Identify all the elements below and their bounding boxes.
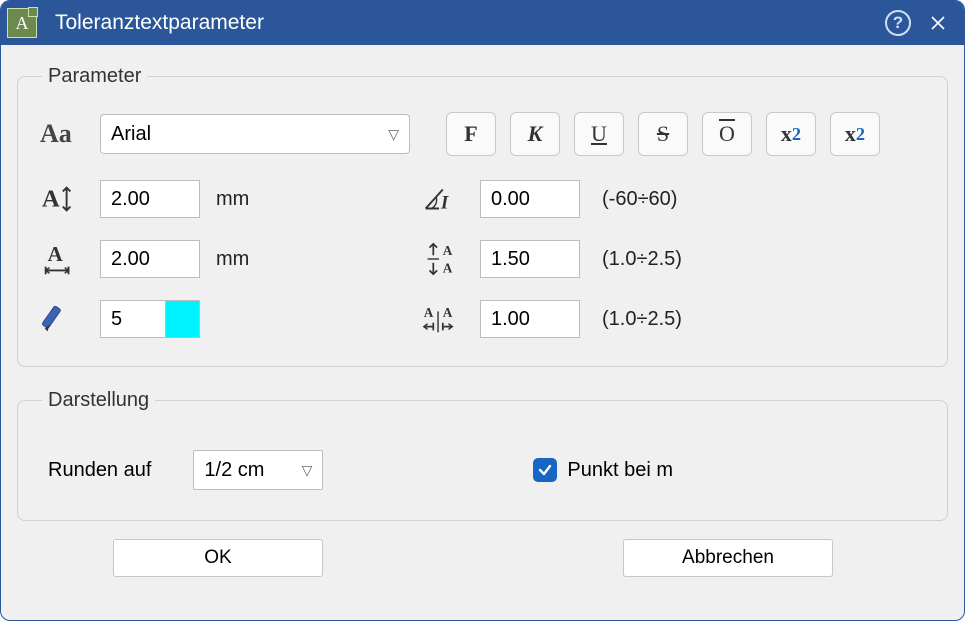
svg-text:A: A (443, 305, 453, 320)
close-icon (930, 15, 946, 31)
text-height-unit: mm (210, 188, 300, 211)
group-parameter: Parameter Aa Arial ▽ F K U S O x2 (17, 65, 948, 367)
svg-text:A: A (48, 242, 63, 266)
footer-buttons: OK Abbrechen (17, 537, 948, 577)
font-select-value: Arial (111, 123, 151, 146)
check-icon (537, 462, 553, 478)
window-title: Toleranztextparameter (55, 11, 878, 35)
chevron-down-icon: ▽ (302, 462, 313, 479)
font-select[interactable]: Arial ▽ (100, 114, 410, 154)
text-width-input[interactable]: 2.00 (100, 240, 200, 278)
angle-hint: (-60÷60) (590, 188, 740, 211)
svg-text:A: A (42, 186, 60, 213)
cancel-button[interactable]: Abbrechen (623, 539, 833, 577)
dialog-window: A Toleranztextparameter ? Parameter Aa A… (0, 0, 965, 621)
help-icon: ? (885, 10, 911, 36)
svg-text:A: A (424, 305, 434, 320)
round-select-value: 1/2 cm (204, 459, 264, 482)
angle-input[interactable]: 0.00 (480, 180, 580, 218)
overline-button[interactable]: O (702, 112, 752, 156)
punkt-checkbox (533, 458, 557, 482)
text-width-unit: mm (210, 248, 300, 271)
line-spacing-icon: A A (420, 238, 480, 280)
color-swatch (165, 301, 199, 337)
strike-button[interactable]: S (638, 112, 688, 156)
bold-button[interactable]: F (446, 112, 496, 156)
color-value: 5 (101, 301, 165, 337)
text-height-icon: A (40, 178, 100, 220)
close-button[interactable] (918, 3, 958, 43)
chevron-down-icon: ▽ (388, 126, 399, 143)
svg-text:I: I (440, 193, 449, 214)
char-spacing-input[interactable]: 1.00 (480, 300, 580, 338)
color-input[interactable]: 5 (100, 300, 200, 338)
style-button-group: F K U S O x2 x2 (446, 112, 880, 156)
dialog-content: Parameter Aa Arial ▽ F K U S O x2 (1, 45, 964, 620)
group-parameter-legend: Parameter (42, 65, 147, 88)
underline-button[interactable]: U (574, 112, 624, 156)
font-row: Aa Arial ▽ F K U S O x2 x2 (40, 112, 925, 156)
svg-text:A: A (443, 243, 453, 258)
ok-button[interactable]: OK (113, 539, 323, 577)
app-icon: A (7, 8, 37, 38)
punkt-checkbox-wrap[interactable]: Punkt bei m (533, 458, 673, 482)
titlebar: A Toleranztextparameter ? (1, 1, 964, 45)
subscript-button[interactable]: x2 (766, 112, 816, 156)
help-button[interactable]: ? (878, 3, 918, 43)
group-darstellung-legend: Darstellung (42, 389, 155, 412)
text-height-input[interactable]: 2.00 (100, 180, 200, 218)
italic-button[interactable]: K (510, 112, 560, 156)
superscript-button[interactable]: x2 (830, 112, 880, 156)
color-icon (40, 298, 100, 340)
parameter-grid: A 2.00 mm I 0.00 (-60÷60) A 2.00 mm (40, 178, 925, 340)
group-darstellung: Darstellung Runden auf 1/2 cm ▽ Punkt be… (17, 389, 948, 521)
round-select[interactable]: 1/2 cm ▽ (193, 450, 323, 490)
line-spacing-hint: (1.0÷2.5) (590, 248, 740, 271)
line-spacing-input[interactable]: 1.50 (480, 240, 580, 278)
text-width-icon: A (40, 238, 100, 280)
font-icon: Aa (40, 113, 100, 155)
round-label: Runden auf (48, 459, 151, 482)
char-spacing-hint: (1.0÷2.5) (590, 308, 740, 331)
svg-text:A: A (443, 260, 453, 275)
char-spacing-icon: A A (420, 298, 480, 340)
punkt-label: Punkt bei m (567, 459, 673, 482)
angle-icon: I (420, 178, 480, 220)
